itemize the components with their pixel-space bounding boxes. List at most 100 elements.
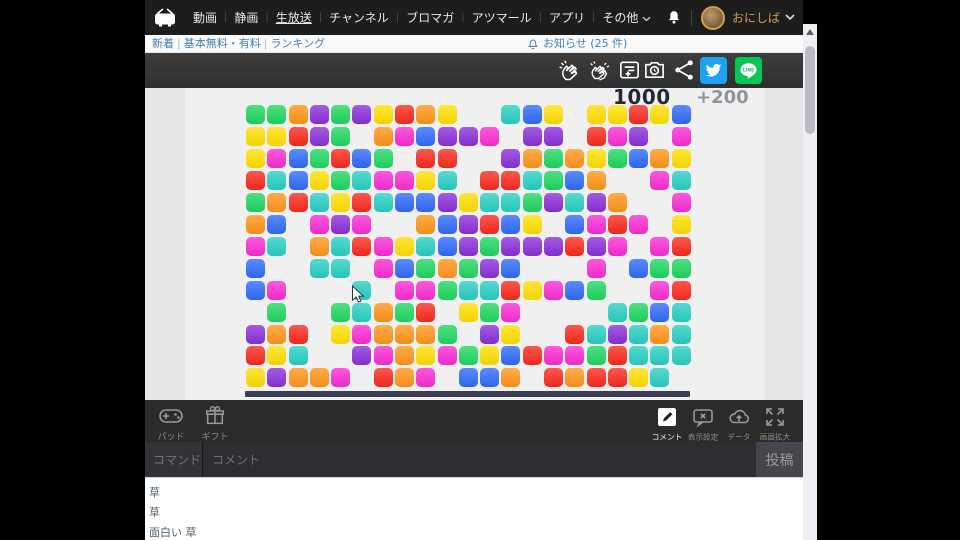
block[interactable] — [458, 214, 478, 234]
block[interactable] — [458, 368, 478, 388]
block[interactable] — [352, 148, 372, 168]
block[interactable] — [586, 324, 606, 344]
block[interactable] — [607, 346, 627, 366]
block[interactable] — [458, 126, 478, 146]
block[interactable] — [522, 192, 542, 212]
block[interactable] — [522, 214, 542, 234]
comment-toggle-button[interactable]: コメント — [649, 405, 685, 443]
block[interactable] — [522, 346, 542, 366]
block[interactable] — [288, 105, 308, 124]
block[interactable] — [565, 324, 585, 344]
block[interactable] — [607, 236, 627, 256]
block[interactable] — [629, 105, 648, 124]
block[interactable] — [607, 368, 627, 388]
block[interactable] — [565, 368, 585, 388]
block[interactable] — [629, 258, 648, 278]
block[interactable] — [586, 368, 606, 388]
block[interactable] — [607, 105, 627, 124]
block[interactable] — [331, 105, 351, 124]
block[interactable] — [565, 192, 585, 212]
block[interactable] — [395, 280, 414, 300]
block[interactable] — [437, 170, 457, 190]
block[interactable] — [480, 280, 500, 300]
block[interactable] — [267, 236, 287, 256]
block[interactable] — [416, 214, 436, 234]
block[interactable] — [267, 214, 287, 234]
block[interactable] — [267, 368, 287, 388]
block[interactable] — [352, 280, 372, 300]
block[interactable] — [543, 236, 563, 256]
subnav-link-free[interactable]: 基本無料・有料 — [184, 37, 261, 50]
clap-hands-icon[interactable] — [586, 58, 612, 83]
block[interactable] — [373, 105, 393, 124]
block[interactable] — [288, 192, 308, 212]
block[interactable] — [650, 280, 670, 300]
block[interactable] — [437, 214, 457, 234]
block[interactable] — [395, 192, 414, 212]
share-icon[interactable] — [673, 58, 696, 82]
block[interactable] — [352, 214, 372, 234]
block[interactable] — [331, 258, 351, 278]
block[interactable] — [480, 324, 500, 344]
nav-item-atsumaru[interactable]: アツマール — [465, 9, 539, 26]
block[interactable] — [267, 126, 287, 146]
block[interactable] — [671, 214, 691, 234]
block[interactable] — [501, 324, 521, 344]
block[interactable] — [543, 368, 563, 388]
block[interactable] — [650, 148, 670, 168]
block[interactable] — [565, 280, 585, 300]
block[interactable] — [650, 302, 670, 322]
block[interactable] — [543, 192, 563, 212]
notification-bell-icon[interactable] — [666, 9, 682, 26]
block[interactable] — [437, 258, 457, 278]
block[interactable] — [586, 258, 606, 278]
submit-comment-button[interactable]: 投稿 — [756, 442, 803, 477]
block[interactable] — [480, 214, 500, 234]
block[interactable] — [416, 236, 436, 256]
block[interactable] — [373, 324, 393, 344]
twitter-share-button[interactable] — [700, 57, 727, 84]
block[interactable] — [543, 148, 563, 168]
block[interactable] — [416, 302, 436, 322]
block[interactable] — [373, 302, 393, 322]
block[interactable] — [501, 148, 521, 168]
block[interactable] — [309, 105, 329, 124]
block[interactable] — [437, 126, 457, 146]
block[interactable] — [607, 192, 627, 212]
user-menu-chevron-icon[interactable] — [785, 14, 795, 21]
block[interactable] — [629, 368, 648, 388]
block[interactable] — [650, 236, 670, 256]
block[interactable] — [522, 148, 542, 168]
block[interactable] — [331, 302, 351, 322]
niconico-logo-icon[interactable] — [153, 8, 177, 27]
block[interactable] — [395, 126, 414, 146]
block[interactable] — [309, 236, 329, 256]
block[interactable] — [246, 148, 265, 168]
block[interactable] — [246, 214, 265, 234]
block[interactable] — [352, 346, 372, 366]
block[interactable] — [586, 105, 606, 124]
block[interactable] — [246, 346, 265, 366]
block[interactable] — [522, 236, 542, 256]
user-avatar[interactable] — [700, 5, 725, 30]
block[interactable] — [288, 324, 308, 344]
block[interactable] — [458, 236, 478, 256]
block[interactable] — [246, 280, 265, 300]
block[interactable] — [373, 148, 393, 168]
block[interactable] — [480, 368, 500, 388]
fullscreen-button[interactable]: 画面拡大 — [757, 405, 793, 443]
block[interactable] — [629, 126, 648, 146]
block[interactable] — [352, 105, 372, 124]
command-field[interactable]: コマンド — [145, 442, 203, 477]
block[interactable] — [267, 280, 287, 300]
block[interactable] — [650, 368, 670, 388]
block[interactable] — [501, 214, 521, 234]
block[interactable] — [671, 346, 691, 366]
block[interactable] — [671, 192, 691, 212]
block[interactable] — [373, 126, 393, 146]
block[interactable] — [246, 105, 265, 124]
block[interactable] — [458, 258, 478, 278]
block[interactable] — [671, 258, 691, 278]
block[interactable] — [522, 170, 542, 190]
block[interactable] — [288, 170, 308, 190]
